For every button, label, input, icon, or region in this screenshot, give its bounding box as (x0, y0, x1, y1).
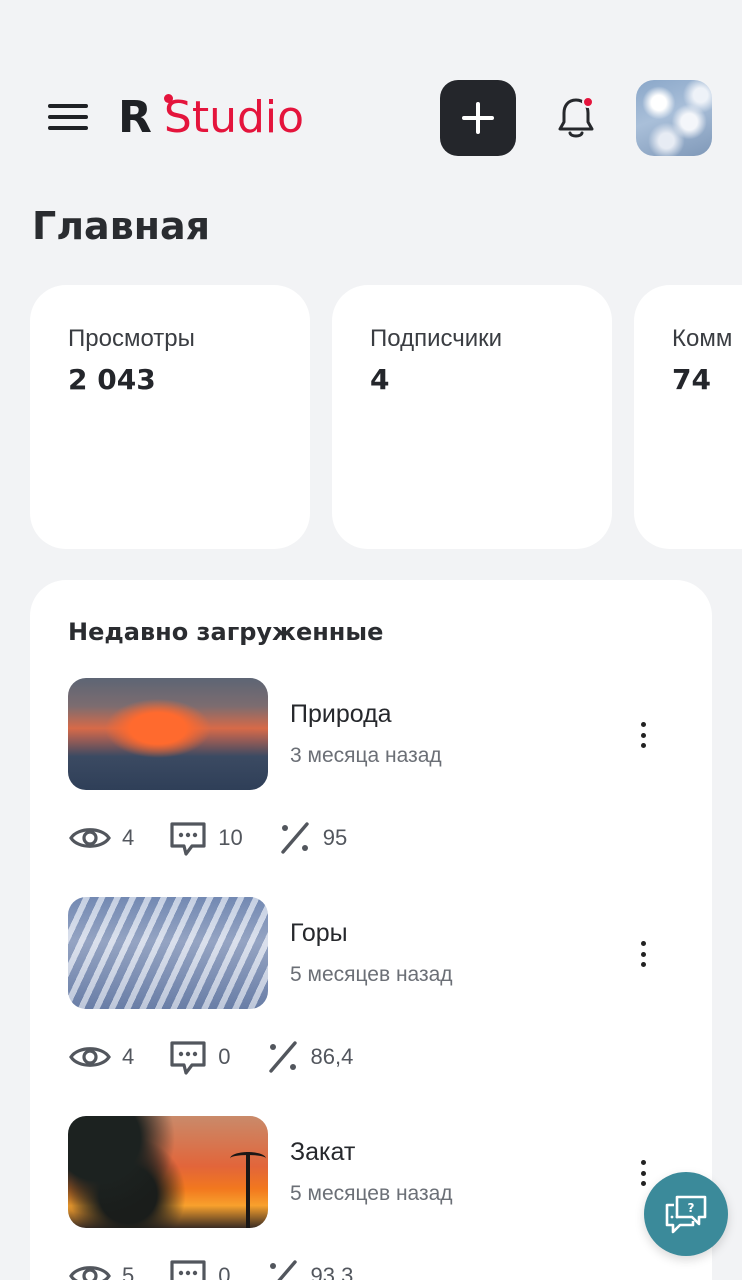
views-count: 4 (122, 825, 135, 850)
video-thumbnail[interactable] (68, 678, 268, 790)
stat-value: 74 (672, 363, 711, 396)
video-date: 5 месяцев назад (290, 963, 453, 986)
eye-icon (69, 828, 111, 848)
percent-metric: 93,3 (265, 1258, 354, 1280)
views-metric: 4 (68, 1042, 134, 1072)
support-chat-button[interactable]: ? (644, 1172, 728, 1256)
menu-icon[interactable] (46, 100, 90, 134)
percent-icon (281, 822, 309, 854)
percent-value: 86,4 (310, 1044, 354, 1069)
views-metric: 5 (68, 1261, 134, 1280)
list-item[interactable]: Горы 5 месяцев назад 4 0 86,4 (30, 897, 712, 1097)
stat-value: 2 043 (68, 363, 156, 396)
plus-icon (462, 102, 494, 134)
recent-uploads-card: Недавно загруженные Природа 3 месяца наз… (30, 580, 712, 1280)
percent-metric: 86,4 (265, 1039, 354, 1075)
views-count: 5 (122, 1263, 135, 1280)
views-count: 4 (122, 1044, 135, 1069)
svg-text:?: ? (688, 1201, 695, 1215)
video-title[interactable]: Горы (290, 919, 348, 948)
comments-metric: 0 (168, 1037, 231, 1077)
logo-r: R (118, 91, 152, 143)
comments-count: 10 (218, 825, 243, 850)
notification-badge (582, 96, 594, 108)
avatar[interactable] (636, 80, 712, 156)
list-item[interactable]: Природа 3 месяца назад 4 10 95 (30, 678, 712, 878)
comments-count: 0 (218, 1263, 231, 1280)
logo[interactable]: R Studio (118, 91, 305, 143)
video-title[interactable]: Закат (290, 1138, 355, 1167)
percent-metric: 95 (277, 820, 347, 856)
views-metric: 4 (68, 823, 134, 853)
page-title: Главная (32, 204, 211, 248)
comments-count: 0 (218, 1044, 231, 1069)
section-title: Недавно загруженные (68, 618, 384, 646)
video-metrics: 4 10 95 (68, 818, 381, 858)
thumbnail-lamp (230, 1152, 266, 1228)
stat-card-comments[interactable]: Комм 74 (634, 285, 742, 549)
stat-value: 4 (370, 363, 390, 396)
video-thumbnail[interactable] (68, 897, 268, 1009)
stat-label: Комм (672, 325, 733, 352)
video-metrics: 5 0 93,3 (68, 1256, 387, 1280)
percent-icon (269, 1260, 297, 1280)
top-bar: R Studio (0, 80, 742, 156)
comment-icon (170, 1041, 206, 1075)
logo-dot (164, 94, 173, 103)
more-vertical-icon[interactable] (628, 720, 658, 750)
more-vertical-icon[interactable] (628, 1158, 658, 1188)
percent-value: 93,3 (310, 1263, 354, 1280)
comment-icon (170, 822, 206, 856)
comments-metric: 10 (168, 818, 243, 858)
comments-metric: 0 (168, 1256, 231, 1280)
stat-card-views[interactable]: Просмотры 2 043 (30, 285, 310, 549)
notifications-button[interactable] (552, 94, 600, 142)
create-button[interactable] (440, 80, 516, 156)
comment-icon (170, 1260, 206, 1280)
video-date: 5 месяцев назад (290, 1182, 453, 1205)
eye-icon (69, 1266, 111, 1280)
percent-icon (268, 1041, 297, 1073)
stats-carousel[interactable]: Просмотры 2 043 Подписчики 4 Комм 74 (30, 285, 742, 549)
more-vertical-icon[interactable] (628, 939, 658, 969)
stat-label: Просмотры (68, 325, 195, 352)
stat-label: Подписчики (370, 325, 503, 352)
logo-studio: Studio (163, 91, 305, 143)
stat-card-subscribers[interactable]: Подписчики 4 (332, 285, 612, 549)
video-metrics: 4 0 86,4 (68, 1037, 387, 1077)
eye-icon (69, 1047, 111, 1067)
video-date: 3 месяца назад (290, 744, 442, 767)
list-item[interactable]: Закат 5 месяцев назад 5 0 93,3 (30, 1116, 712, 1280)
support-chat-icon: ? (665, 1195, 707, 1234)
video-thumbnail[interactable] (68, 1116, 268, 1228)
video-title[interactable]: Природа (290, 700, 392, 729)
percent-value: 95 (322, 825, 348, 850)
